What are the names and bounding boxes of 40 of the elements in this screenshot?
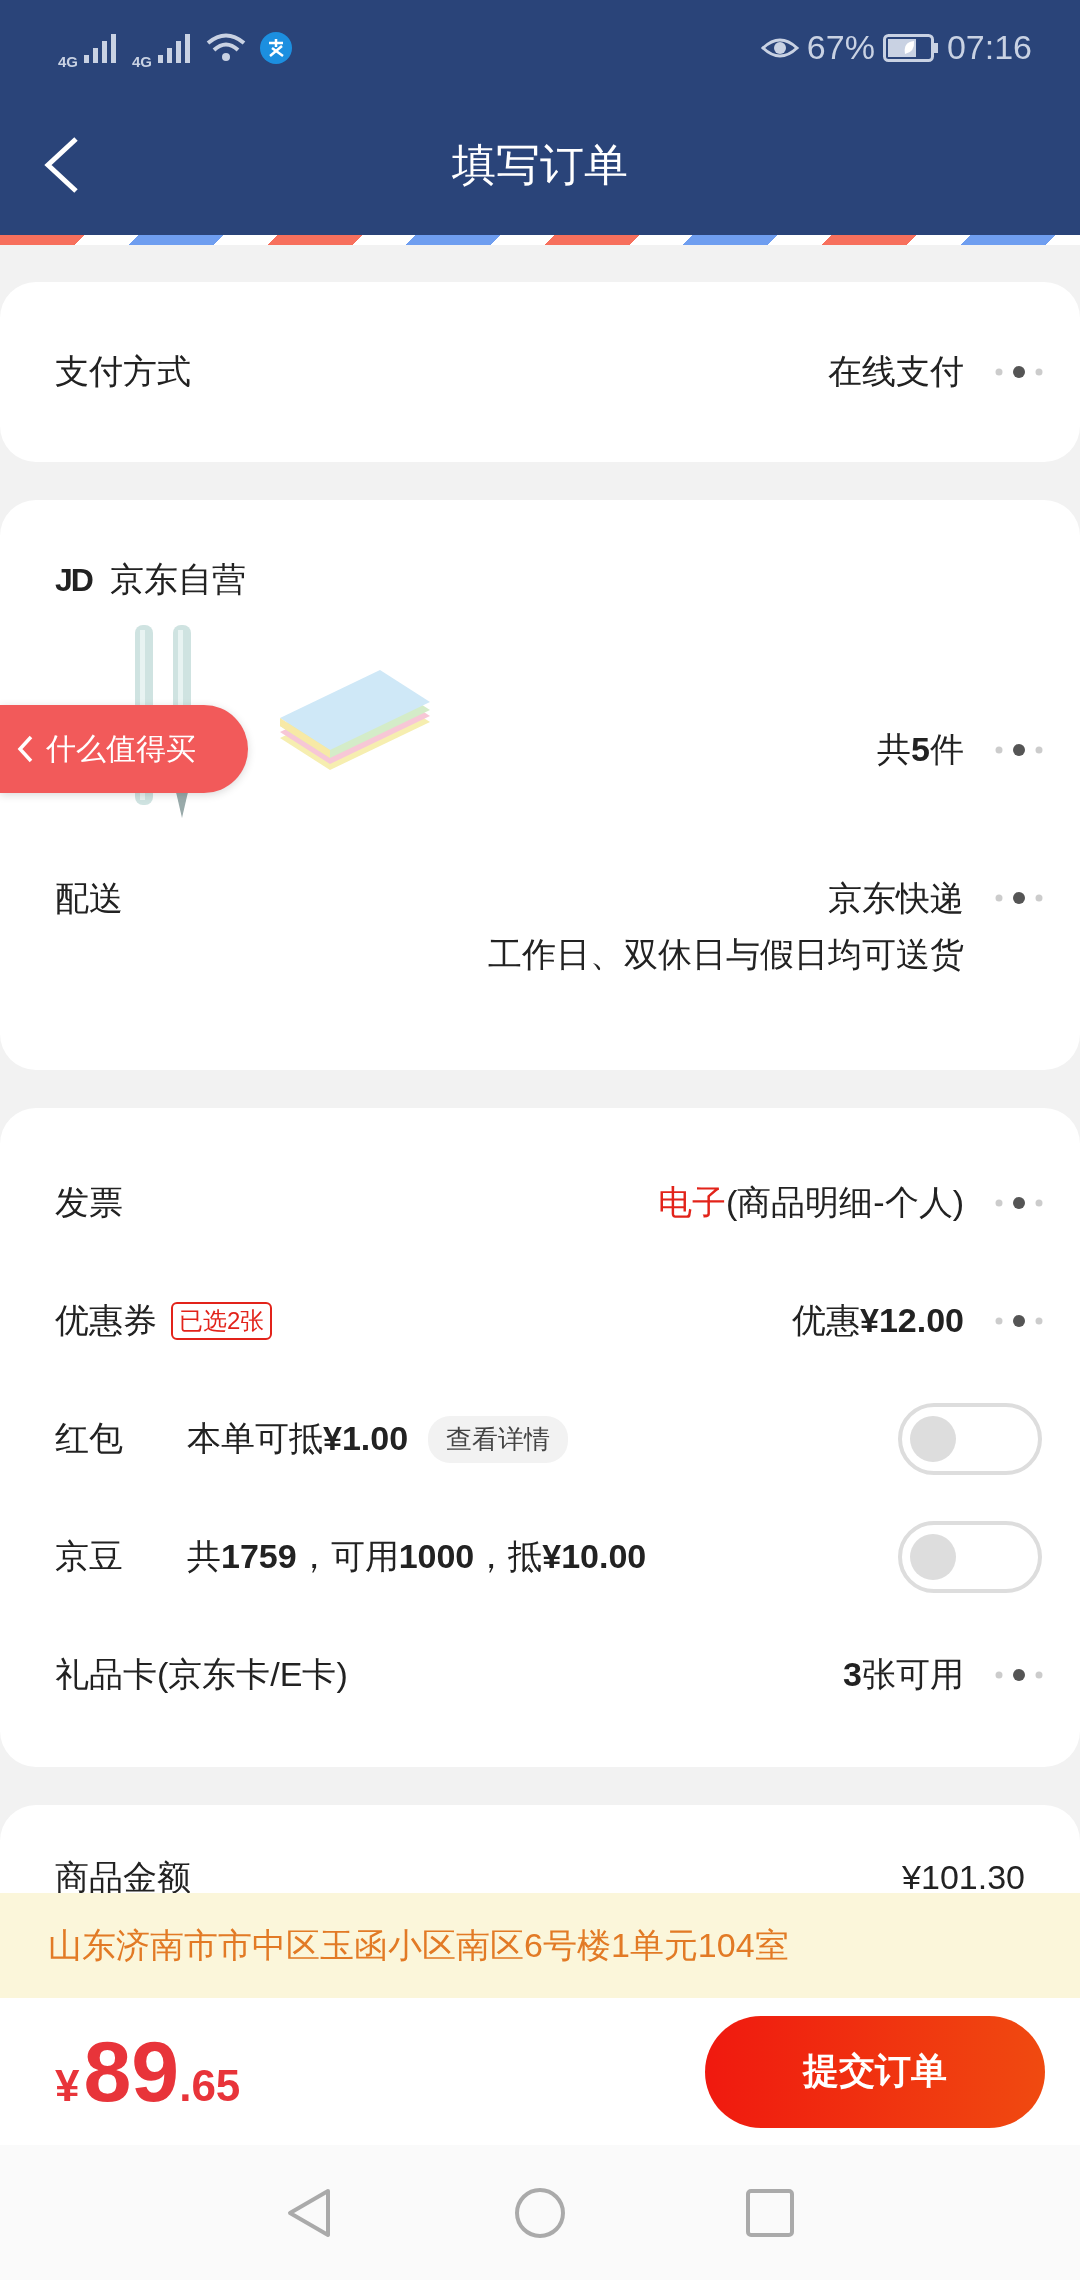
option-description: 共1759，可用1000，抵¥10.00 [187, 1536, 647, 1577]
more-icon[interactable] [994, 891, 1044, 905]
field-label: 支付方式 [55, 351, 191, 392]
field-label: 红包 [55, 1418, 123, 1459]
field-label: 优惠券 [55, 1300, 157, 1341]
details-button[interactable]: 查看详情 [428, 1415, 569, 1463]
field-label: 礼品卡(京东卡/E卡) [55, 1654, 348, 1695]
more-icon[interactable] [994, 365, 1044, 379]
app-notification-icon [260, 31, 293, 64]
clock-time: 07:16 [946, 28, 1032, 67]
more-icon[interactable] [994, 1668, 1044, 1682]
selected-tag: 已选2张 [171, 1302, 273, 1340]
signal-icon [84, 32, 118, 63]
page-title: 填写订单 [451, 138, 629, 191]
more-icon[interactable] [994, 743, 1044, 757]
network-type-label: 4G [132, 53, 153, 70]
field-value: 优惠¥12.00 [792, 1300, 964, 1341]
field-value: 电子(商品明细-个人) [658, 1182, 964, 1223]
address-banner: 山东济南市市中区玉函小区南区6号楼1单元104室 [0, 1893, 1080, 1998]
wifi-icon [206, 31, 247, 64]
more-icon[interactable] [994, 1196, 1044, 1210]
field-label: 配送 [55, 878, 123, 919]
signal-icon [158, 32, 193, 63]
total-price: ¥89.65 [55, 2022, 241, 2121]
more-icon[interactable] [994, 1314, 1044, 1328]
store-name: 京东自营 [109, 559, 246, 600]
field-label: 发票 [55, 1182, 123, 1223]
chevron-left-icon [16, 734, 34, 764]
delivery-info: 京东快递 [828, 878, 964, 919]
battery-percent: 67% [806, 28, 875, 67]
delivery-info: 工作日、双休日与假日均可送货 [488, 934, 964, 975]
field-label: 京豆 [55, 1536, 123, 1577]
field-value: 在线支付 [828, 351, 964, 392]
submit-button[interactable]: 提交订单 [705, 2015, 1045, 2128]
store-logo-text: JD [55, 561, 92, 599]
option-description: 本单可抵¥1.00 [187, 1418, 409, 1459]
battery-icon [882, 33, 939, 62]
field-value: 3张可用 [843, 1654, 964, 1695]
network-type-label: 4G [58, 53, 78, 70]
item-count[interactable]: 共5件 [877, 727, 964, 773]
